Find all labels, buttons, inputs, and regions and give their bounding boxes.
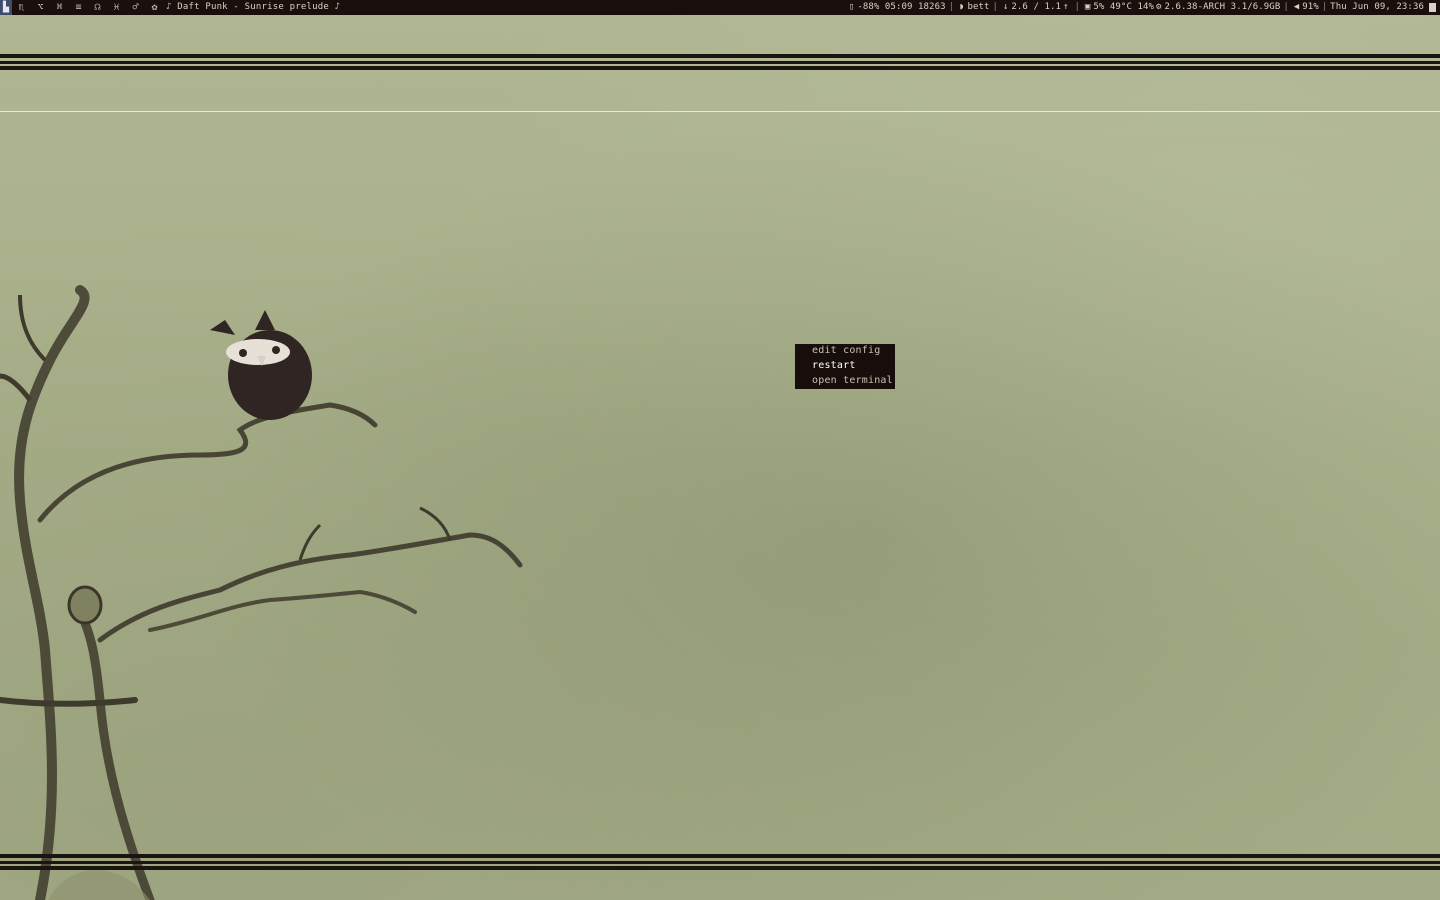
terminal-tag-icon[interactable]: ▙ xyxy=(0,0,12,15)
wifi-icon: ◗ xyxy=(959,2,965,12)
separator: | xyxy=(992,2,998,12)
scorpio-tag-icon[interactable]: ♏ xyxy=(12,0,31,15)
border-stripe xyxy=(0,866,1440,870)
battery-status: -88% 05:09 18263 xyxy=(857,2,946,12)
top-status-bar: ▙ ♏ ⌥ ⌘ ≡ ☊ ♓ ♂ ✿ ♪ Daft Punk - Sunrise … xyxy=(0,0,1440,15)
mars-tag-icon[interactable]: ♂ xyxy=(126,0,145,15)
menu-item-restart[interactable]: restart xyxy=(795,359,895,374)
desktop-wallpaper xyxy=(0,0,1440,900)
wifi-network: bett xyxy=(967,2,990,12)
menu-item-open-terminal[interactable]: open terminal xyxy=(795,374,895,389)
download-icon: ↓ xyxy=(1002,2,1009,12)
net-up-rate: 1.1 xyxy=(1044,2,1062,12)
equals-tag-icon[interactable]: ≡ xyxy=(69,0,88,15)
now-playing-text: ♪ Daft Punk - Sunrise prelude ♪ xyxy=(166,2,341,12)
border-stripe xyxy=(0,54,1440,58)
cpu-icon: ▣ xyxy=(1084,2,1091,12)
owl-on-tree-drawing xyxy=(0,285,523,900)
flower-tag-icon[interactable]: ✿ xyxy=(145,0,164,15)
separator: | xyxy=(1321,2,1328,12)
menu-item-edit-config[interactable]: edit config xyxy=(795,344,895,359)
border-stripe xyxy=(0,111,1440,112)
system-info: ▯ -88% 05:09 18263 | ◗ bett | ↓ 2.6 / 1.… xyxy=(847,0,1440,15)
headphones-tag-icon[interactable]: ☊ xyxy=(88,0,107,15)
border-stripe xyxy=(0,854,1440,858)
clock: Thu Jun 09, 23:36 xyxy=(1330,2,1424,12)
command-tag-icon[interactable]: ⌘ xyxy=(50,0,69,15)
tag-list: ▙ ♏ ⌥ ⌘ ≡ ☊ ♓ ♂ ✿ ♪ Daft Punk - Sunrise … xyxy=(0,0,340,15)
kernel-memory: 2.6.38-ARCH 3.1/6.9GB xyxy=(1164,2,1281,12)
gear-icon: ⚙ xyxy=(1156,2,1162,12)
pisces-tag-icon[interactable]: ♓ xyxy=(107,0,126,15)
net-down-rate: 2.6 xyxy=(1011,2,1028,12)
volume-icon: ◀ xyxy=(1293,2,1300,12)
root-context-menu: edit config restart open terminal xyxy=(795,344,895,389)
border-stripe xyxy=(0,66,1440,70)
upload-icon: ↑ xyxy=(1063,2,1069,12)
border-stripe xyxy=(0,861,1440,864)
owl-illustration xyxy=(210,310,312,420)
option-tag-icon[interactable]: ⌥ xyxy=(31,0,50,15)
border-stripe xyxy=(0,61,1440,64)
separator: | xyxy=(1283,2,1289,12)
net-slash: / xyxy=(1027,2,1045,12)
battery-icon: ▯ xyxy=(848,2,855,12)
volume-level: 91% xyxy=(1302,2,1319,12)
separator: | xyxy=(948,2,955,12)
separator: | xyxy=(1074,2,1080,12)
cpu-status: 5% 49°C 14% xyxy=(1093,2,1155,12)
systray-icon[interactable] xyxy=(1429,3,1436,12)
